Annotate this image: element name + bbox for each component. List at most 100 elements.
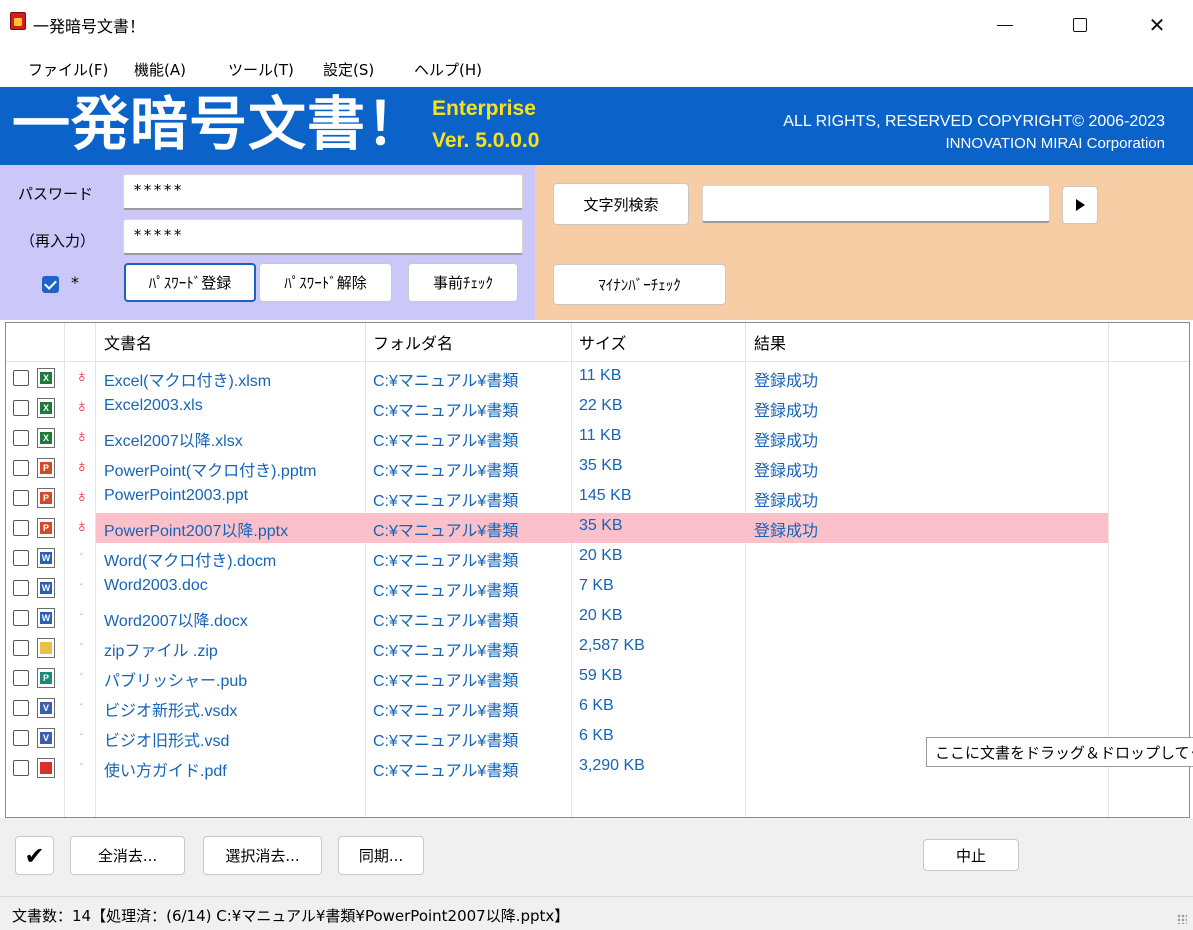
release-password-button[interactable]: ﾊﾟｽﾜｰﾄﾞ解除 (259, 263, 392, 302)
table-row[interactable]: X ♀ Excel2003.xls C:¥マニュアル¥書類 22 KB 登録成功 (6, 393, 1189, 423)
powerpoint-file-icon: P (37, 488, 55, 508)
copyright-text: ALL RIGHTS, RESERVED COPYRIGHT© 2006-202… (783, 113, 1165, 130)
clear-selected-button[interactable]: 選択消去... (203, 836, 322, 875)
table-row[interactable]: P ♀ PowerPoint(マクロ付き).pptm C:¥マニュアル¥書類 35 KB… (6, 453, 1189, 483)
document-name-cell: パブリッシャー.pub (104, 673, 248, 690)
pdf-file-icon (37, 758, 55, 778)
result-cell: 登録成功 (754, 523, 819, 540)
document-name-cell: Word2007以降.docx (104, 613, 248, 630)
document-name-cell: Word(マクロ付き).docm (104, 553, 277, 570)
table-row[interactable]: W · Word2007以降.docx C:¥マニュアル¥書類 20 KB (6, 603, 1189, 633)
table-row[interactable]: P · パブリッシャー.pub C:¥マニュアル¥書類 59 KB (6, 663, 1189, 693)
show-password-label: * (71, 273, 79, 292)
folder-name-cell: C:¥マニュアル¥書類 (373, 703, 519, 720)
excel-file-icon: X (37, 368, 55, 388)
row-checkbox[interactable] (13, 550, 29, 566)
red-key-icon: ♀ (75, 457, 89, 477)
unlocked-dot-icon: · (79, 665, 84, 681)
table-row[interactable]: W · Word(マクロ付き).docm C:¥マニュアル¥書類 20 KB (6, 543, 1189, 573)
header-size[interactable]: サイズ (579, 323, 627, 361)
row-checkbox[interactable] (13, 700, 29, 716)
table-row[interactable]: W · Word2003.doc C:¥マニュアル¥書類 7 KB (6, 573, 1189, 603)
document-name-cell: Excel(マクロ付き).xlsm (104, 373, 272, 390)
close-button[interactable]: ✕ (1127, 0, 1187, 50)
password-confirm-field[interactable]: ***** (123, 219, 523, 255)
table-row[interactable]: P ♀ PowerPoint2007以降.pptx C:¥マニュアル¥書類 35 KB 登… (6, 513, 1189, 543)
search-input[interactable] (702, 185, 1050, 223)
title-bar: 一発暗号文書！ ✕ (0, 0, 1193, 50)
row-checkbox[interactable] (13, 580, 29, 596)
folder-name-cell: C:¥マニュアル¥書類 (373, 433, 519, 450)
document-name-cell: Word2003.doc (104, 577, 208, 594)
status-bar: 文書数：14【処理済：(6/14) C:¥マニュアル¥書類¥PowerPoint… (0, 896, 1193, 930)
register-password-button[interactable]: ﾊﾟｽﾜｰﾄﾞ登録 (124, 263, 256, 302)
row-checkbox[interactable] (13, 640, 29, 656)
precheck-button[interactable]: 事前ﾁｪｯｸ (408, 263, 518, 302)
row-checkbox[interactable] (13, 370, 29, 386)
minimize-button[interactable] (975, 0, 1035, 50)
table-row[interactable]: P ♀ PowerPoint2003.ppt C:¥マニュアル¥書類 145 KB 登録成… (6, 483, 1189, 513)
menu-help[interactable]: ヘルプ(H) (414, 59, 482, 80)
header-document-name[interactable]: 文書名 (104, 323, 152, 361)
row-checkbox[interactable] (13, 400, 29, 416)
row-checkbox[interactable] (13, 430, 29, 446)
red-key-icon: ♀ (75, 427, 89, 447)
window-title: 一発暗号文書！ (33, 17, 146, 36)
size-cell: 20 KB (579, 607, 623, 624)
password-label: パスワード (18, 185, 94, 203)
size-cell: 20 KB (579, 547, 623, 564)
unlocked-dot-icon: · (79, 605, 84, 621)
row-checkbox[interactable] (13, 760, 29, 776)
row-checkbox[interactable] (13, 490, 29, 506)
header-folder-name[interactable]: フォルダ名 (373, 323, 453, 361)
row-checkbox[interactable] (13, 730, 29, 746)
row-checkbox[interactable] (13, 460, 29, 476)
visio-file-icon: V (37, 728, 55, 748)
table-row[interactable]: X ♀ Excel(マクロ付き).xlsm C:¥マニュアル¥書類 11 KB 登録成功 (6, 363, 1189, 393)
document-name-cell: 使い方ガイド.pdf (104, 763, 227, 780)
company-name: INNOVATION MIRAI Corporation (945, 135, 1166, 152)
row-checkbox[interactable] (13, 670, 29, 686)
check-all-button[interactable]: ✔ (15, 836, 54, 875)
menu-bar: ファイル(F) 機能(A) ツール(T) 設定(S) ヘルプ(H) (0, 50, 1193, 87)
sync-button[interactable]: 同期... (338, 836, 424, 875)
maximize-button[interactable] (1050, 0, 1110, 50)
size-cell: 35 KB (579, 457, 623, 474)
table-row[interactable]: V · ビジオ新形式.vsdx C:¥マニュアル¥書類 6 KB (6, 693, 1189, 723)
publisher-file-icon: P (37, 668, 55, 688)
menu-tools[interactable]: ツール(T) (228, 59, 294, 80)
row-checkbox[interactable] (13, 610, 29, 626)
table-row[interactable]: X ♀ Excel2007以降.xlsx C:¥マニュアル¥書類 11 KB 登録成功 (6, 423, 1189, 453)
size-cell: 6 KB (579, 727, 614, 744)
document-name-cell: PowerPoint2003.ppt (104, 487, 249, 504)
row-checkbox[interactable] (13, 520, 29, 536)
stop-button[interactable]: 中止 (923, 839, 1019, 871)
menu-settings[interactable]: 設定(S) (323, 59, 374, 80)
result-cell: 登録成功 (754, 433, 819, 450)
red-key-icon: ♀ (75, 397, 89, 417)
excel-file-icon: X (37, 398, 55, 418)
unlocked-dot-icon: · (79, 635, 84, 651)
resize-grip-icon[interactable] (1177, 914, 1187, 924)
string-search-button[interactable]: 文字列検索 (553, 183, 689, 225)
menu-function[interactable]: 機能(A) (134, 59, 186, 80)
clear-all-button[interactable]: 全消去... (70, 836, 185, 875)
show-password-checkbox[interactable] (42, 276, 59, 293)
menu-file[interactable]: ファイル(F) (28, 59, 108, 80)
search-run-button[interactable] (1062, 186, 1098, 224)
size-cell: 145 KB (579, 487, 632, 504)
size-cell: 11 KB (579, 427, 622, 444)
folder-name-cell: C:¥マニュアル¥書類 (373, 643, 519, 660)
table-row[interactable]: · zipファイル .zip C:¥マニュアル¥書類 2,587 KB (6, 633, 1189, 663)
powerpoint-file-icon: P (37, 458, 55, 478)
mynumber-check-button[interactable]: ﾏｲﾅﾝﾊﾞｰﾁｪｯｸ (553, 264, 726, 305)
folder-name-cell: C:¥マニュアル¥書類 (373, 523, 519, 540)
red-key-icon: ♀ (75, 367, 89, 387)
word-file-icon: W (37, 608, 55, 628)
close-icon: ✕ (1148, 13, 1166, 37)
powerpoint-file-icon: P (37, 518, 55, 538)
size-cell: 3,290 KB (579, 757, 645, 774)
password-field[interactable]: ***** (123, 174, 523, 210)
header-result[interactable]: 結果 (754, 323, 786, 361)
document-name-cell: ビジオ新形式.vsdx (104, 703, 238, 720)
